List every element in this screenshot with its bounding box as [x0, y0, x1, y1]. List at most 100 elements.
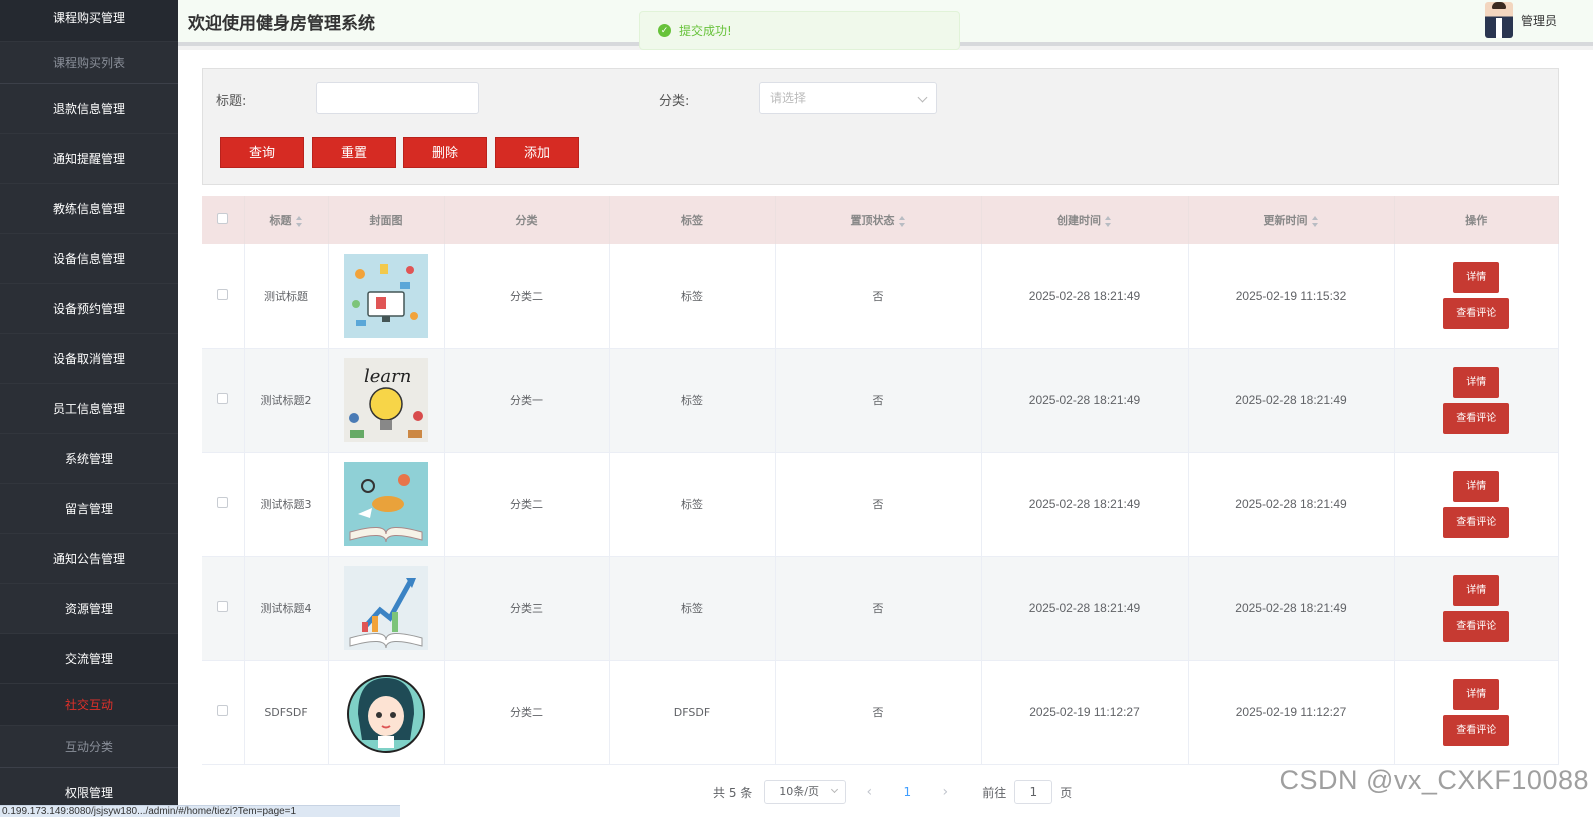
sort-icon[interactable] — [295, 215, 303, 227]
col-title[interactable]: 标题 — [244, 196, 329, 244]
view-comments-button[interactable]: 查看评论 — [1443, 402, 1510, 434]
cell-actions: 详情 查看评论 — [1394, 452, 1559, 557]
view-comments-button[interactable]: 查看评论 — [1443, 506, 1510, 538]
cell-tag: 标签 — [609, 452, 776, 557]
next-page-button[interactable]: › — [930, 784, 960, 800]
select-all-checkbox[interactable] — [217, 213, 229, 224]
user-menu[interactable]: 管理员 — [1484, 2, 1557, 38]
row-checkbox[interactable] — [217, 705, 229, 716]
view-comments-button[interactable]: 查看评论 — [1443, 714, 1510, 746]
main-content: 标题: 分类: 请选择 查询 重置 删除 添加 标题 封面图 分类 标签 置顶状… — [178, 50, 1593, 817]
view-comments-button[interactable]: 查看评论 — [1443, 610, 1510, 642]
col-created[interactable]: 创建时间 — [981, 196, 1189, 244]
cover-image[interactable] — [344, 566, 428, 650]
sidebar-item[interactable]: 课程购买列表 — [0, 42, 178, 84]
cover-image[interactable]: learn — [344, 358, 428, 442]
page-suffix: 页 — [1060, 785, 1073, 800]
page-size-value: 10条/页 — [779, 785, 819, 798]
col-updated[interactable]: 更新时间 — [1188, 196, 1395, 244]
category-select[interactable]: 请选择 — [759, 82, 937, 114]
col-created-label: 创建时间 — [1057, 214, 1101, 227]
col-tag: 标签 — [609, 196, 776, 244]
sidebar-item[interactable]: 交流管理 — [0, 634, 178, 684]
data-table: 标题 封面图 分类 标签 置顶状态 创建时间 更新时间 操作 测试标题 分类二 标签… — [202, 196, 1559, 765]
sidebar-item[interactable]: 通知公告管理 — [0, 534, 178, 584]
delete-button[interactable]: 删除 — [403, 137, 487, 168]
detail-button[interactable]: 详情 — [1453, 470, 1500, 502]
cell-category: 分类一 — [444, 348, 610, 453]
table-row[interactable]: 测试标题2 learn 分类一 标签否 2025-02-28 18:21:49 2025-… — [202, 348, 1559, 453]
sidebar-item[interactable]: 设备取消管理 — [0, 334, 178, 384]
detail-button[interactable]: 详情 — [1453, 574, 1500, 606]
page-number-current[interactable]: 1 — [892, 785, 922, 799]
table-row[interactable]: 测试标题3 分类二 标签否 2025-02-28 18:21:49 2025-02-28… — [202, 452, 1559, 557]
cover-image[interactable] — [344, 670, 428, 754]
table-row[interactable]: 测试标题 分类二 标签否 2025-02-28 18:21:49 2025-02-19 … — [202, 244, 1559, 349]
sidebar-item[interactable]: 系统管理 — [0, 434, 178, 484]
reset-button[interactable]: 重置 — [312, 137, 396, 168]
sidebar-item[interactable]: 员工信息管理 — [0, 384, 178, 434]
sort-icon[interactable] — [1105, 215, 1112, 227]
sidebar-item[interactable]: 退款信息管理 — [0, 84, 178, 134]
cover-image[interactable] — [344, 462, 428, 546]
avatar[interactable] — [1484, 2, 1513, 38]
total-count: 共 5 条 — [713, 785, 753, 800]
cell-category: 分类二 — [444, 244, 610, 349]
sidebar-item[interactable]: 课程购买管理 — [0, 0, 178, 42]
success-toast: ✓ 提交成功! — [639, 11, 960, 50]
cell-cover: learn — [328, 348, 445, 453]
sidebar-item[interactable]: 教练信息管理 — [0, 184, 178, 234]
row-checkbox[interactable] — [217, 497, 229, 508]
watermark: CSDN @vx_CXKF10088 — [1279, 765, 1589, 795]
cell-pinned: 否 — [775, 556, 982, 661]
sidebar-item[interactable]: 留言管理 — [0, 484, 178, 534]
page-title: 欢迎使用健身房管理系统 — [188, 14, 375, 34]
title-input[interactable] — [316, 82, 479, 114]
cell-updated: 2025-02-19 11:12:27 — [1188, 660, 1395, 765]
sidebar-item[interactable]: 社交互动 — [0, 684, 178, 726]
row-select-cell — [202, 348, 245, 453]
row-checkbox[interactable] — [217, 601, 229, 612]
sort-icon[interactable] — [1311, 215, 1319, 227]
sidebar-item[interactable]: 资源管理 — [0, 584, 178, 634]
row-checkbox[interactable] — [217, 393, 229, 404]
pagination: 共 5 条 10条/页 ‹ 1 › 前往 1 页 — [713, 780, 1072, 804]
goto-label: 前往 — [982, 785, 1007, 800]
cell-tag: 标签 — [609, 556, 776, 661]
sidebar-item[interactable]: 互动分类 — [0, 726, 178, 768]
cover-image[interactable] — [344, 253, 428, 338]
query-button[interactable]: 查询 — [220, 137, 304, 168]
detail-button[interactable]: 详情 — [1453, 366, 1500, 398]
detail-button[interactable]: 详情 — [1453, 262, 1500, 294]
row-checkbox[interactable] — [217, 288, 229, 300]
row-select-cell — [202, 244, 245, 349]
cell-title: 测试标题3 — [244, 452, 329, 557]
browser-status-url: 0.199.173.149:8080/jsjsyw180.../admin/#/… — [0, 805, 400, 817]
detail-button[interactable]: 详情 — [1453, 678, 1500, 710]
cell-updated: 2025-02-19 11:15:32 — [1188, 244, 1395, 349]
cell-actions: 详情 查看评论 — [1394, 348, 1559, 453]
prev-page-button[interactable]: ‹ — [854, 784, 884, 800]
table-row[interactable]: 测试标题4 分类三 标签否 2025-02-28 18:21:49 2025-02-28… — [202, 556, 1559, 661]
sidebar-item[interactable]: 设备信息管理 — [0, 234, 178, 284]
cell-cover — [328, 244, 445, 349]
category-label: 分类: — [659, 94, 690, 109]
view-comments-button[interactable]: 查看评论 — [1443, 298, 1510, 330]
page-size-select[interactable]: 10条/页 — [764, 780, 847, 804]
cell-category: 分类三 — [444, 556, 610, 661]
sort-icon[interactable] — [898, 215, 906, 227]
select-all-cell — [202, 196, 245, 244]
cell-title: 测试标题 — [244, 244, 329, 349]
add-button[interactable]: 添加 — [495, 137, 579, 168]
cell-updated: 2025-02-28 18:21:49 — [1188, 348, 1395, 453]
cell-title: 测试标题2 — [244, 348, 329, 453]
sidebar-item[interactable]: 设备预约管理 — [0, 284, 178, 334]
sidebar-item[interactable]: 通知提醒管理 — [0, 134, 178, 184]
cell-actions: 详情 查看评论 — [1394, 660, 1559, 765]
table-row[interactable]: SDFSDF 分类二 DFSDF 否 2025-02-19 11:12:27 2025-0… — [202, 660, 1559, 765]
row-select-cell — [202, 452, 245, 557]
goto-page-input[interactable]: 1 — [1014, 780, 1053, 804]
col-pinned[interactable]: 置顶状态 — [775, 196, 982, 244]
cell-pinned: 否 — [775, 244, 982, 349]
cell-category: 分类二 — [444, 660, 610, 765]
